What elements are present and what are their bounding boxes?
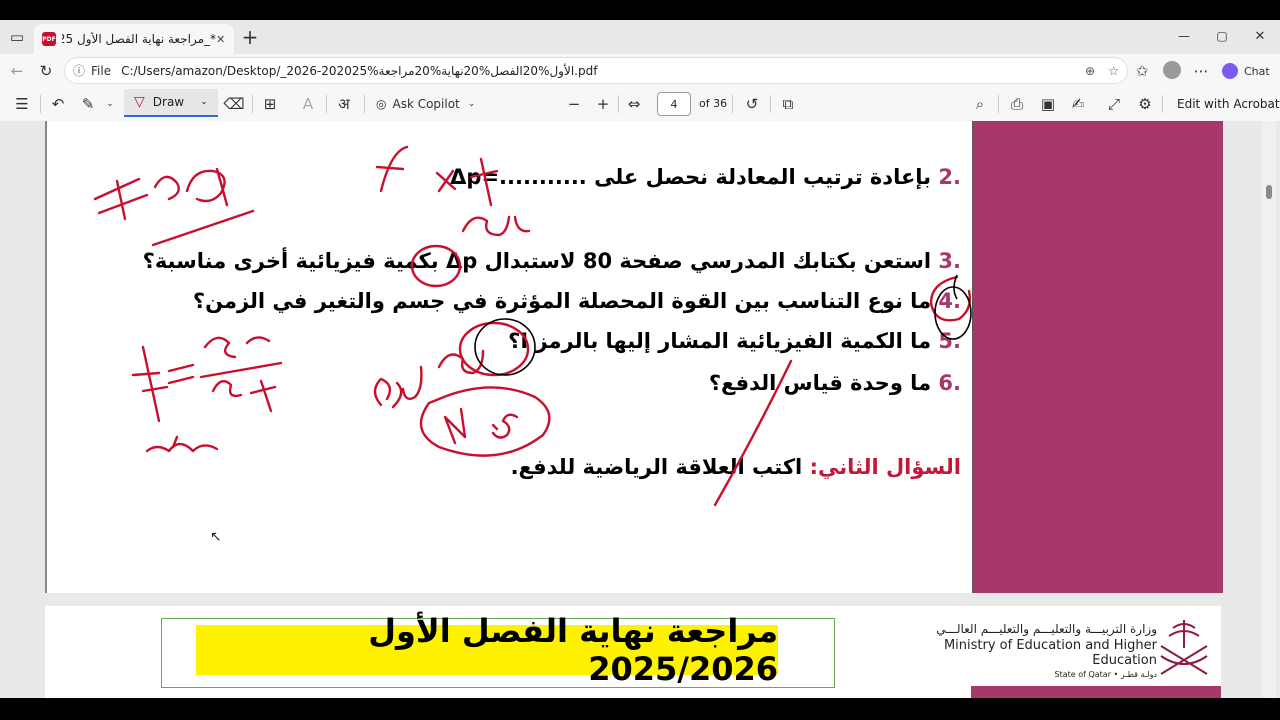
maximize-icon[interactable]: ▢ bbox=[1210, 24, 1234, 48]
page-total: of 36 bbox=[699, 97, 728, 110]
ask-copilot-dropdown-icon: ⌄ bbox=[467, 99, 476, 109]
highlight-icon[interactable]: ✎ bbox=[76, 92, 100, 116]
tab-close-icon[interactable]: ✕ bbox=[216, 33, 234, 46]
margin-band-next bbox=[971, 686, 1221, 698]
translate-icon[interactable]: अ bbox=[332, 92, 356, 116]
pdf-icon: PDF bbox=[42, 32, 56, 46]
address-row: ← ↻ ⓘ File C:/Users/amazon/Desktop/_2026… bbox=[0, 54, 1280, 87]
pdf-viewer[interactable]: .2 بإعادة ترتيب المعادلة نحصل على ......… bbox=[0, 121, 1280, 698]
pdf-toolbar: ☰ ↶ ✎ ⌄ ▽ Draw ⌄ ⌫ ⊞ A अ ◎ Ask Copilot ⌄… bbox=[0, 87, 1280, 122]
eraser-icon[interactable]: ⌫ bbox=[222, 92, 246, 116]
ask-copilot-button[interactable]: ◎ Ask Copilot ⌄ bbox=[376, 93, 475, 115]
url-scheme: File bbox=[91, 63, 112, 78]
vertical-scrollbar[interactable] bbox=[1262, 121, 1276, 698]
url-text: C:/Users/amazon/Desktop/_2026-202025%الأ… bbox=[121, 63, 598, 78]
draw-label: Draw bbox=[152, 95, 185, 109]
tab-strip: ▭ PDF *_مراجعة نهاية الفصل الأول 2025-20… bbox=[0, 20, 1280, 54]
tab-title: *_مراجعة نهاية الفصل الأول 2025-2026 bbox=[62, 32, 216, 46]
fullscreen-icon[interactable]: ⤢ bbox=[1102, 92, 1126, 116]
edit-with-acrobat-button[interactable]: Edit with Acrobat bbox=[1177, 97, 1280, 111]
undo-icon[interactable]: ↶ bbox=[46, 92, 70, 116]
browser-window: ▭ PDF *_مراجعة نهاية الفصل الأول 2025-20… bbox=[0, 20, 1280, 698]
info-icon[interactable]: ⓘ bbox=[73, 62, 85, 79]
search-icon[interactable]: ⌕ bbox=[968, 92, 992, 116]
zoom-in-icon[interactable]: + bbox=[591, 92, 615, 116]
copilot-icon bbox=[1222, 63, 1238, 79]
favorite-star-icon[interactable]: ☆ bbox=[1108, 64, 1119, 78]
state-of-qatar: State of Qatar • دولـة قطـر bbox=[1054, 670, 1158, 679]
ministry-header: وزارة التربيـــة والتعليـــم والتعليـــم… bbox=[887, 622, 1157, 679]
fit-page-icon[interactable]: ⇔ bbox=[622, 92, 646, 116]
draw-button[interactable]: ▽ Draw ⌄ bbox=[124, 89, 218, 117]
pen-icon: ▽ bbox=[134, 94, 145, 110]
favorites-icon[interactable]: ✩ bbox=[1130, 59, 1154, 83]
title-frame: مراجعة نهاية الفصل الأول 2025/2026 bbox=[161, 612, 835, 688]
address-bar[interactable]: ⓘ File C:/Users/amazon/Desktop/_2026-202… bbox=[64, 57, 1128, 84]
tab-active[interactable]: PDF *_مراجعة نهاية الفصل الأول 2025-2026… bbox=[34, 24, 234, 54]
minimize-icon[interactable]: — bbox=[1172, 24, 1196, 48]
mouse-cursor-icon: ↖ bbox=[210, 529, 222, 545]
close-window-icon[interactable]: ✕ bbox=[1248, 24, 1272, 48]
text-box-icon[interactable]: ⊞ bbox=[258, 92, 282, 116]
review-title: مراجعة نهاية الفصل الأول 2025/2026 bbox=[196, 612, 778, 688]
chat-label: Chat bbox=[1244, 64, 1270, 78]
pdf-page: .2 بإعادة ترتيب المعادلة نحصل على ......… bbox=[45, 121, 1223, 593]
ask-copilot-label: Ask Copilot bbox=[392, 97, 460, 111]
tab-actions-icon[interactable]: ▭ bbox=[5, 25, 29, 49]
pdf-page-next: مراجعة نهاية الفصل الأول 2025/2026 وزارة… bbox=[45, 606, 1221, 698]
print-icon[interactable]: ⎙ bbox=[1005, 92, 1029, 116]
read-aloud-icon[interactable]: A bbox=[296, 92, 320, 116]
handwritten-annotations bbox=[93, 145, 972, 507]
highlight-dropdown-icon[interactable]: ⌄ bbox=[98, 92, 122, 116]
rotate-icon[interactable]: ↺ bbox=[740, 92, 764, 116]
copilot-icon: ◎ bbox=[376, 97, 387, 111]
page-number-input[interactable]: 4 bbox=[657, 92, 691, 116]
profile-avatar-icon[interactable] bbox=[1160, 58, 1184, 82]
ministry-english: Ministry of Education and Higher Educati… bbox=[943, 638, 1157, 668]
zoom-out-icon[interactable]: − bbox=[562, 92, 586, 116]
qatar-emblem-icon bbox=[1160, 620, 1208, 675]
copilot-chat-button[interactable]: Chat bbox=[1222, 60, 1270, 82]
page-view-icon[interactable]: ⧉ bbox=[776, 92, 800, 116]
contents-icon[interactable]: ☰ bbox=[10, 92, 34, 116]
settings-gear-icon[interactable]: ⚙ bbox=[1133, 92, 1157, 116]
new-tab-icon[interactable]: + bbox=[238, 25, 262, 49]
save-icon[interactable]: ▣ bbox=[1036, 92, 1060, 116]
refresh-icon[interactable]: ↻ bbox=[34, 59, 58, 83]
save-as-icon[interactable]: ✍ bbox=[1066, 92, 1090, 116]
ministry-arabic: وزارة التربيـــة والتعليـــم والتعليـــم… bbox=[936, 622, 1157, 636]
scrollbar-thumb[interactable] bbox=[1266, 185, 1272, 199]
more-icon[interactable]: ⋯ bbox=[1189, 59, 1213, 83]
draw-dropdown-icon[interactable]: ⌄ bbox=[200, 97, 208, 107]
zoom-icon[interactable]: ⊕ bbox=[1085, 64, 1095, 78]
back-icon[interactable]: ← bbox=[5, 59, 29, 83]
